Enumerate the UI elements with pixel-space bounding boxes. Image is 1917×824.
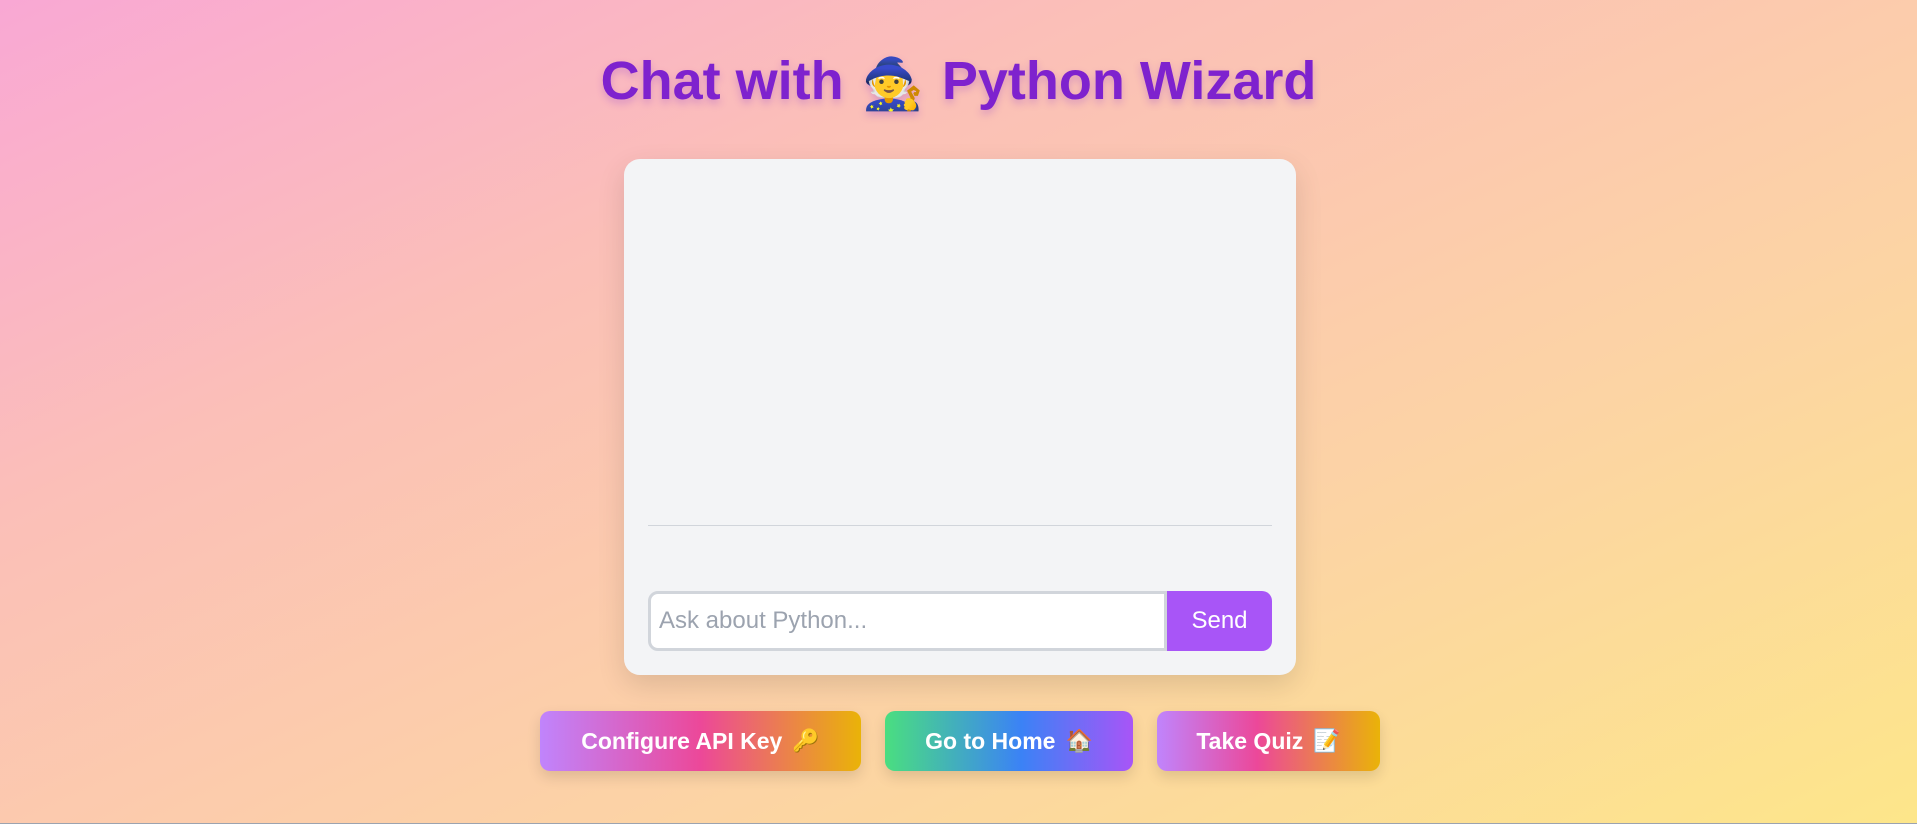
configure-api-key-label: Configure API Key bbox=[581, 727, 783, 754]
go-to-home-button[interactable]: Go to Home 🏠 bbox=[885, 711, 1133, 771]
page-title-suffix: Python Wizard bbox=[941, 51, 1317, 111]
configure-api-key-button[interactable]: Configure API Key 🔑 bbox=[540, 711, 861, 771]
action-buttons: Configure API Key 🔑 Go to Home 🏠 Take Qu… bbox=[0, 711, 1917, 771]
send-button[interactable]: Send bbox=[1167, 591, 1272, 651]
chat-input[interactable] bbox=[648, 591, 1167, 651]
take-quiz-button[interactable]: Take Quiz 📝 bbox=[1157, 711, 1380, 771]
go-to-home-label: Go to Home bbox=[925, 727, 1056, 754]
wizard-icon: 🧙 bbox=[861, 56, 924, 112]
take-quiz-label: Take Quiz bbox=[1196, 727, 1304, 754]
memo-icon: 📝 bbox=[1313, 728, 1341, 753]
chat-input-row: Send bbox=[648, 591, 1272, 651]
page-title-prefix: Chat with bbox=[600, 51, 844, 111]
key-icon: 🔑 bbox=[792, 728, 820, 753]
house-icon: 🏠 bbox=[1065, 728, 1093, 753]
chat-messages-area[interactable] bbox=[648, 183, 1272, 526]
chat-panel: Send bbox=[624, 159, 1296, 675]
page-title: Chat with 🧙 Python Wizard bbox=[0, 50, 1917, 115]
